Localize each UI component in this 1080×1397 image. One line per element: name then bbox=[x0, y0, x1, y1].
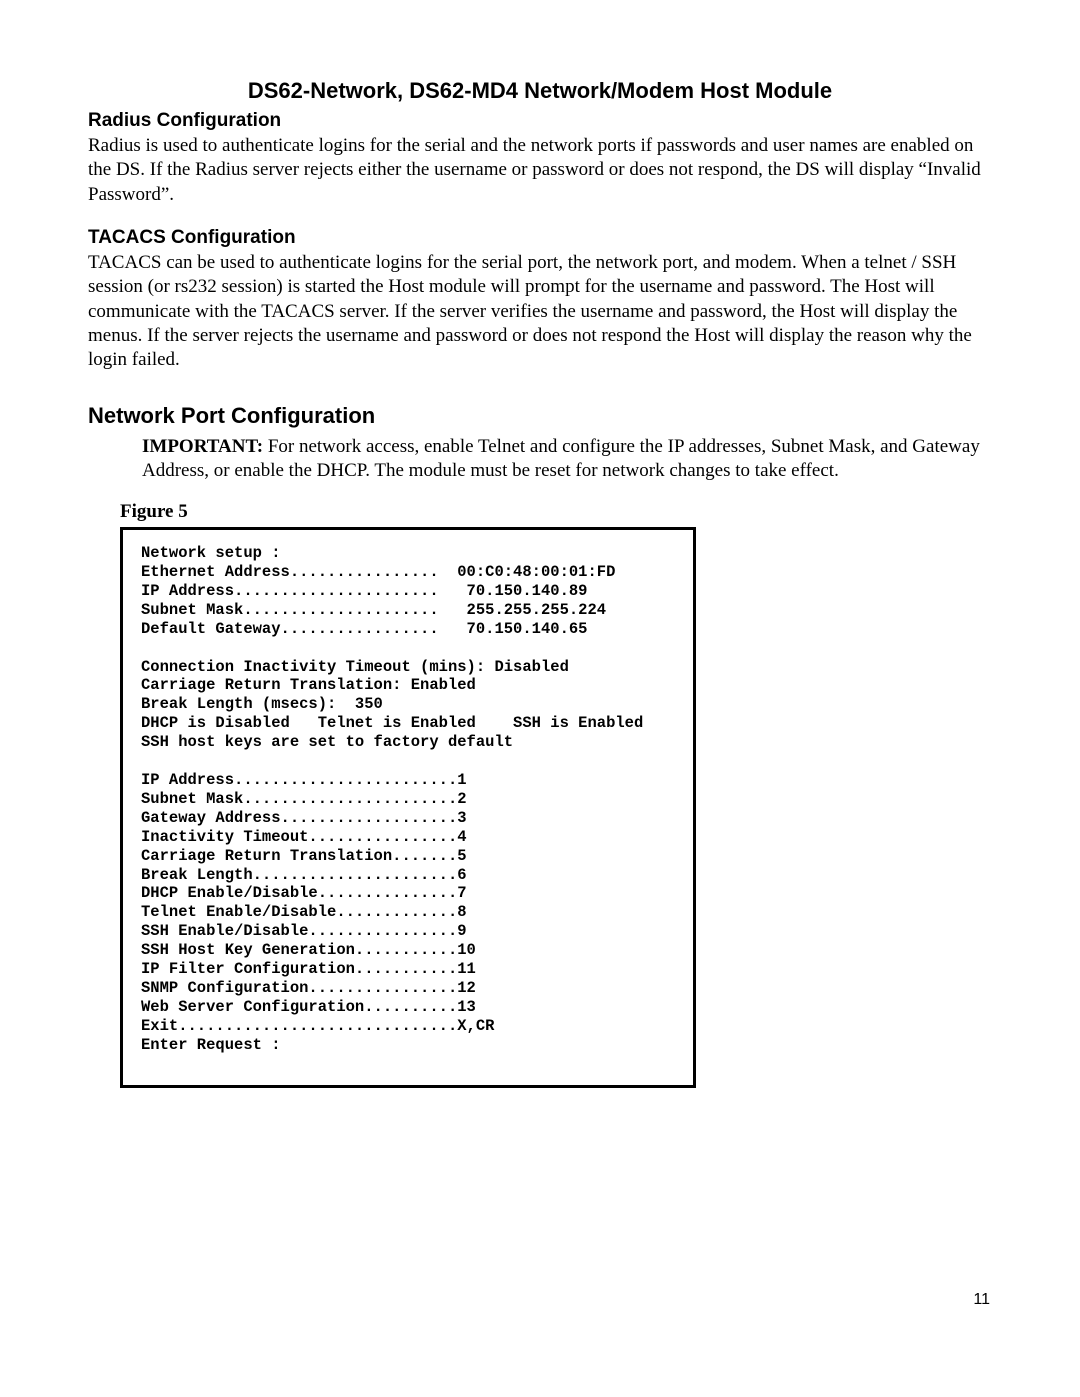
network-heading: Network Port Configuration bbox=[88, 403, 992, 429]
page: DS62-Network, DS62-MD4 Network/Modem Hos… bbox=[0, 0, 1080, 1397]
page-number: 11 bbox=[973, 1291, 990, 1309]
tacacs-body: TACACS can be used to authenticate login… bbox=[88, 251, 992, 373]
network-setup-screen: Network setup : Ethernet Address........… bbox=[120, 527, 696, 1087]
document-title: DS62-Network, DS62-MD4 Network/Modem Hos… bbox=[88, 78, 992, 104]
tacacs-heading: TACACS Configuration bbox=[88, 227, 992, 249]
important-body: For network access, enable Telnet and co… bbox=[142, 436, 980, 481]
radius-heading: Radius Configuration bbox=[88, 110, 992, 132]
important-label: IMPORTANT: bbox=[142, 436, 263, 457]
important-note: IMPORTANT: For network access, enable Te… bbox=[142, 435, 992, 484]
figure-label: Figure 5 bbox=[120, 501, 992, 523]
radius-body: Radius is used to authenticate logins fo… bbox=[88, 134, 992, 207]
